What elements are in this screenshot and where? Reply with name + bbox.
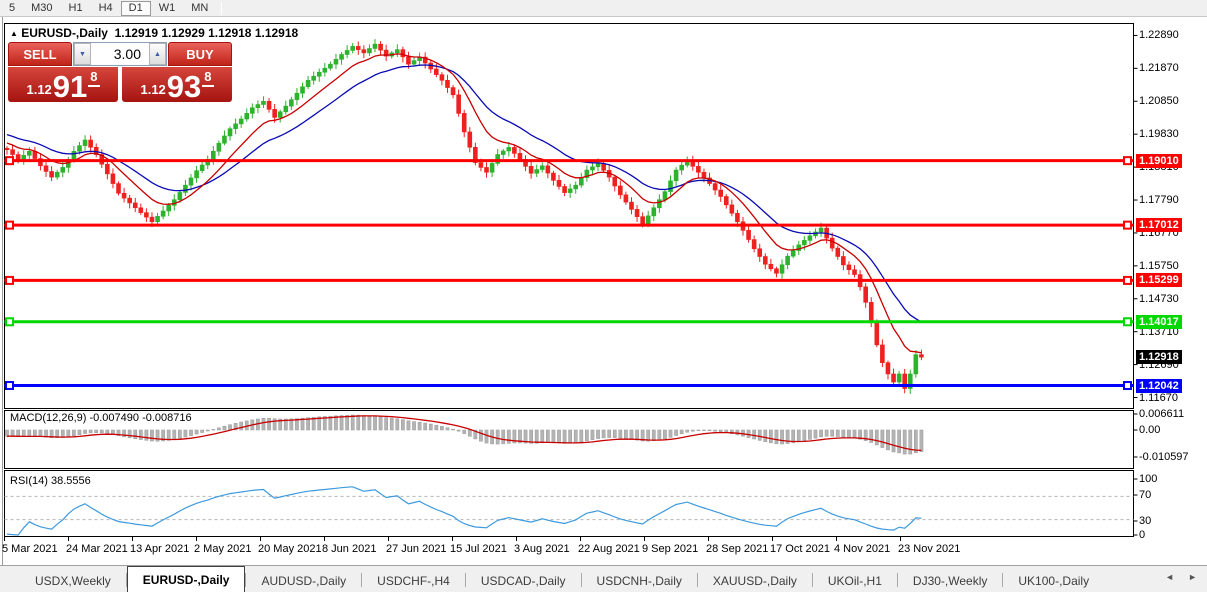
- buy-price-pip: 8: [202, 69, 213, 87]
- price-badge: 1.14017: [1136, 315, 1182, 329]
- buy-price-small: 1.12: [140, 82, 165, 97]
- tab-dj30-weekly[interactable]: DJ30-,Weekly: [898, 570, 1002, 592]
- price-tick-label: 1.19830: [1139, 128, 1179, 140]
- collapse-panel-icon[interactable]: ▲: [10, 29, 18, 38]
- tab-scroll-arrows: ◄ ►: [1165, 572, 1197, 582]
- price-tick-label: 1.15750: [1139, 260, 1179, 272]
- price-badge: 1.15299: [1136, 273, 1182, 287]
- chart-tab-bar: USDX,WeeklyEURUSD-,DailyAUDUSD-,DailyUSD…: [0, 565, 1207, 592]
- tab-usdcad-daily[interactable]: USDCAD-,Daily: [466, 570, 581, 592]
- tab-usdcnh-daily[interactable]: USDCNH-,Daily: [582, 570, 697, 592]
- quote-close: 1.12918: [255, 26, 298, 40]
- volume-increase-button[interactable]: ▲: [149, 43, 166, 65]
- date-label: 20 May 2021: [258, 543, 322, 555]
- date-label: 23 Nov 2021: [898, 543, 960, 555]
- price-tick-label: 1.17790: [1139, 194, 1179, 206]
- price-badge: 1.17012: [1136, 218, 1182, 232]
- chevron-down-icon: ▼: [79, 51, 86, 58]
- rsi-axis-label: 0: [1139, 529, 1145, 541]
- price-tick-label: 1.20850: [1139, 95, 1179, 107]
- macd-axis-label: 0.006611: [1139, 408, 1184, 420]
- sell-button[interactable]: SELL: [8, 42, 72, 66]
- price-tick-label: 1.11670: [1139, 392, 1178, 404]
- macd-axis-label: 0.00: [1139, 424, 1160, 436]
- buy-price-display[interactable]: 1.12 93 8: [122, 67, 232, 102]
- sell-price-display[interactable]: 1.12 91 8: [8, 67, 118, 102]
- date-label: 3 Aug 2021: [514, 543, 570, 555]
- volume-stepper: ▼ 3.00 ▲: [73, 42, 167, 66]
- date-label: 22 Aug 2021: [578, 543, 640, 555]
- tab-audusd-daily[interactable]: AUDUSD-,Daily: [246, 570, 361, 592]
- tabs-scroll-right-icon[interactable]: ►: [1188, 572, 1197, 582]
- tab-usdchf-h4[interactable]: USDCHF-,H4: [362, 570, 465, 592]
- one-click-trade-panel: SELL ▼ 3.00 ▲ BUY 1.12 91 8 1.12 93 8: [8, 42, 232, 102]
- sell-price-pip: 8: [88, 69, 99, 87]
- quote-open: 1.12919: [115, 26, 158, 40]
- date-label: 8 Jun 2021: [322, 543, 376, 555]
- tab-uk100-daily[interactable]: UK100-,Daily: [1003, 570, 1104, 592]
- date-label: 5 Mar 2021: [2, 543, 58, 555]
- date-label: 24 Mar 2021: [66, 543, 128, 555]
- price-tick-label: 1.14730: [1139, 293, 1179, 305]
- rsi-axis-label: 100: [1139, 473, 1157, 485]
- tab-ukoil-h1[interactable]: UKOil-,H1: [813, 570, 897, 592]
- tab-usdx-weekly[interactable]: USDX,Weekly: [20, 570, 126, 592]
- price-badge: 1.19010: [1136, 154, 1182, 168]
- macd-axis-label: -0.010597: [1139, 451, 1189, 463]
- rsi-axis-label: 70: [1139, 489, 1151, 501]
- rsi-label: RSI(14) 38.5556: [10, 475, 91, 487]
- volume-decrease-button[interactable]: ▼: [74, 43, 91, 65]
- volume-input[interactable]: 3.00: [91, 43, 149, 65]
- price-badge: 1.12918: [1136, 350, 1182, 364]
- tab-xauusd-daily[interactable]: XAUUSD-,Daily: [698, 570, 812, 592]
- quote-high: 1.12929: [161, 26, 204, 40]
- sell-price-big: 91: [53, 74, 87, 100]
- rsi-axis-label: 30: [1139, 515, 1151, 527]
- mt4-window: 5M30H1H4D1W1MN ▲ EURUSD-,Daily 1.12919 1…: [0, 0, 1207, 592]
- date-label: 13 Apr 2021: [130, 543, 189, 555]
- price-badge: 1.12042: [1136, 379, 1182, 393]
- symbol-label: EURUSD-,Daily: [21, 26, 108, 40]
- chevron-up-icon: ▲: [154, 51, 161, 58]
- date-label: 2 May 2021: [194, 543, 251, 555]
- buy-price-big: 93: [167, 74, 201, 100]
- sell-price-small: 1.12: [26, 82, 51, 97]
- date-label: 27 Jun 2021: [386, 543, 447, 555]
- date-label: 9 Sep 2021: [642, 543, 698, 555]
- price-tick-label: 1.21870: [1139, 62, 1179, 74]
- tabs-scroll-left-icon[interactable]: ◄: [1165, 572, 1174, 582]
- price-tick-label: 1.22890: [1139, 29, 1179, 41]
- date-label: 15 Jul 2021: [450, 543, 507, 555]
- date-label: 28 Sep 2021: [706, 543, 768, 555]
- quote-low: 1.12918: [208, 26, 251, 40]
- chart-ohlc-header: ▲ EURUSD-,Daily 1.12919 1.12929 1.12918 …: [10, 26, 298, 40]
- tab-eurusd-daily[interactable]: EURUSD-,Daily: [127, 566, 246, 592]
- buy-button[interactable]: BUY: [168, 42, 232, 66]
- date-label: 17 Oct 2021: [770, 543, 830, 555]
- macd-label: MACD(12,26,9) -0.007490 -0.008716: [10, 412, 192, 424]
- date-label: 4 Nov 2021: [834, 543, 890, 555]
